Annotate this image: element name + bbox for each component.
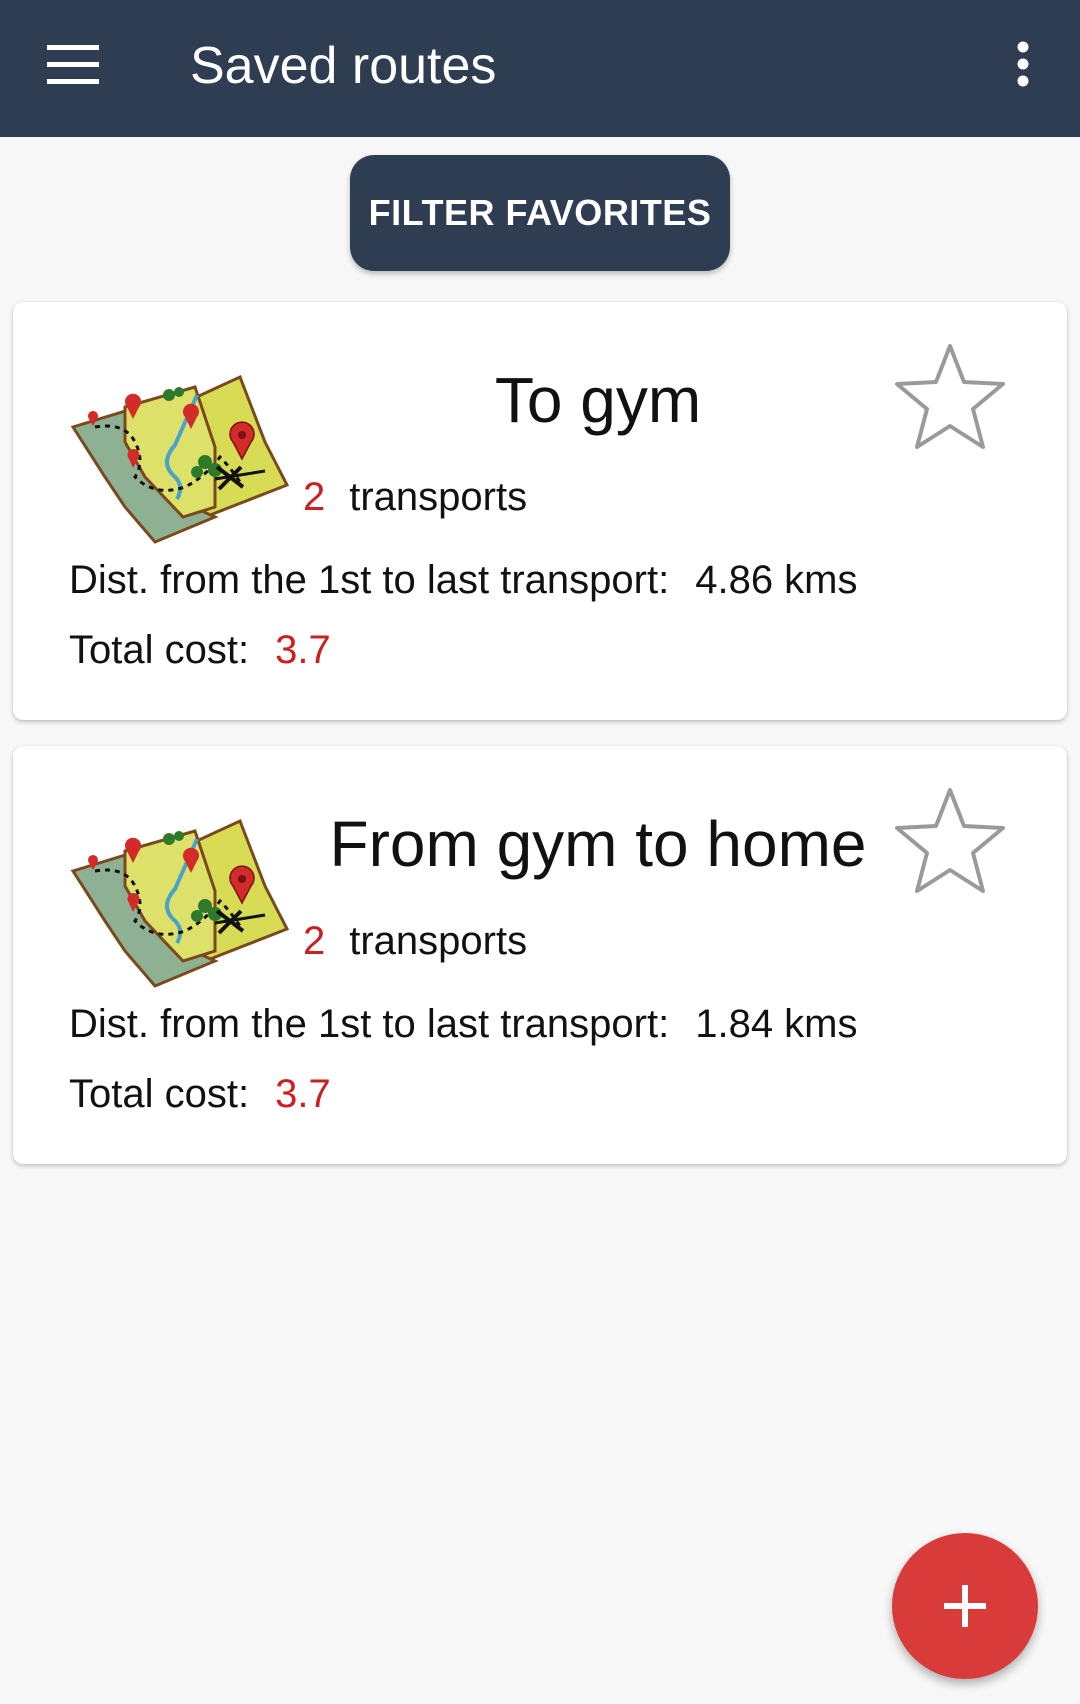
cost-value: 3.7: [275, 628, 331, 672]
page-title: Saved routes: [190, 37, 497, 95]
distance-value: 1.84 kms: [695, 1002, 858, 1046]
transports-count: 2: [303, 475, 326, 519]
more-vert-icon[interactable]: [1000, 36, 1046, 96]
favorite-star-icon[interactable]: [890, 784, 1010, 900]
filter-favorites-button[interactable]: FILTER FAVORITES: [350, 155, 730, 271]
route-name: From gym to home: [329, 808, 867, 880]
distance-label: Dist. from the 1st to last transport:: [69, 1002, 670, 1046]
transports-label: transports: [349, 475, 528, 519]
distance-label: Dist. from the 1st to last transport:: [69, 558, 670, 602]
route-card[interactable]: From gym to home 2 transports Dist. from …: [13, 746, 1067, 1164]
distance-value: 4.86 kms: [695, 558, 858, 602]
route-card[interactable]: To gym 2 transports Dist. from the 1st to…: [13, 302, 1067, 720]
cost-label: Total cost:: [69, 1072, 250, 1116]
distance-info: Dist. from the 1st to last transport: 4.8…: [69, 555, 858, 605]
distance-info: Dist. from the 1st to last transport: 1.8…: [69, 999, 858, 1049]
cost-info: Total cost: 3.7: [69, 625, 331, 675]
app-bar: Saved routes: [0, 0, 1080, 137]
cost-info: Total cost: 3.7: [69, 1069, 331, 1119]
plus-icon: [944, 1585, 986, 1627]
cost-label: Total cost:: [69, 628, 250, 672]
route-name: To gym: [494, 364, 702, 436]
transports-info: 2 transports: [303, 916, 527, 966]
add-route-button[interactable]: [892, 1533, 1038, 1679]
transports-info: 2 transports: [303, 472, 527, 522]
hamburger-menu-icon[interactable]: [38, 36, 108, 96]
favorite-star-icon[interactable]: [890, 340, 1010, 456]
transports-count: 2: [303, 919, 326, 963]
cost-value: 3.7: [275, 1072, 331, 1116]
transports-label: transports: [349, 919, 528, 963]
